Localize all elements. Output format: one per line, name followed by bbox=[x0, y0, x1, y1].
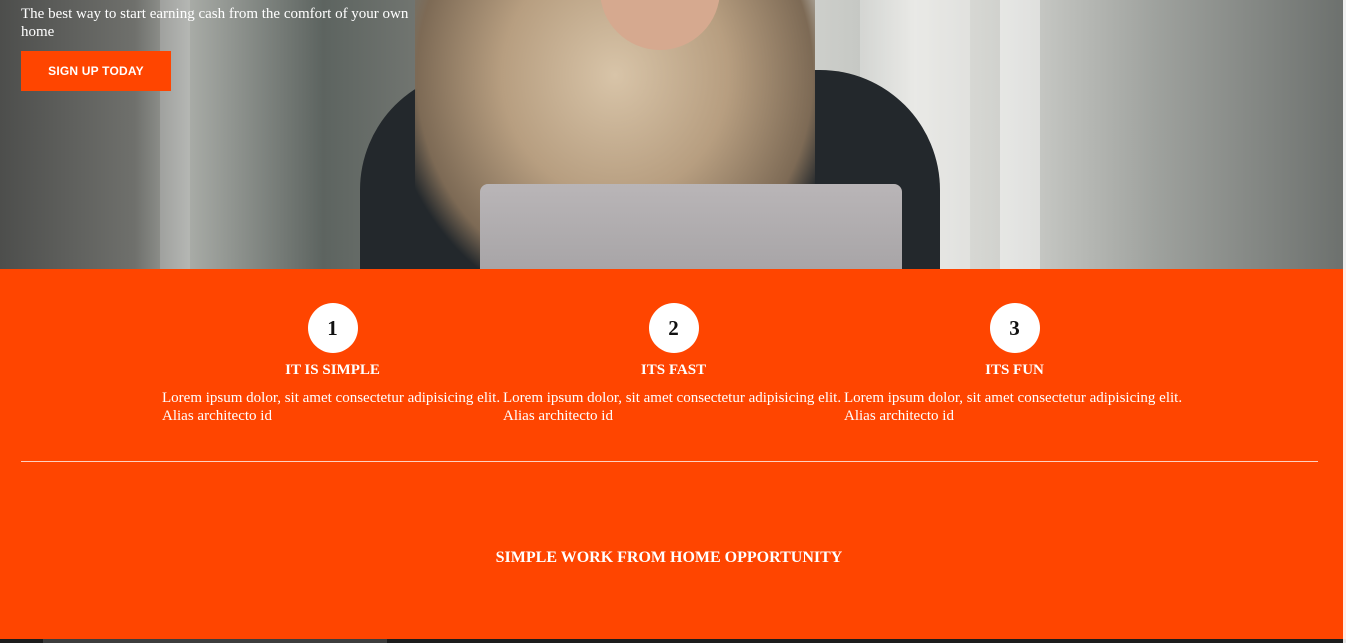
scrollbar-thumb[interactable] bbox=[43, 639, 387, 643]
feature-item: 3 ITS FUN Lorem ipsum dolor, sit amet co… bbox=[844, 303, 1185, 433]
features-section: 1 IT IS SIMPLE Lorem ipsum dolor, sit am… bbox=[162, 303, 1186, 433]
horizontal-scrollbar[interactable] bbox=[0, 639, 1346, 643]
feature-title: IT IS SIMPLE bbox=[285, 362, 380, 378]
feature-description: Lorem ipsum dolor, sit amet consectetur … bbox=[503, 390, 842, 424]
hero-section: The best way to start earning cash from … bbox=[0, 0, 1346, 269]
hero-photo-laptop bbox=[480, 184, 902, 269]
feature-title: ITS FUN bbox=[985, 362, 1044, 378]
step-number-badge: 2 bbox=[648, 303, 699, 353]
step-number-badge: 1 bbox=[307, 303, 358, 353]
feature-description: Lorem ipsum dolor, sit amet consectetur … bbox=[844, 390, 1183, 424]
feature-description: Lorem ipsum dolor, sit amet consectetur … bbox=[162, 390, 501, 424]
feature-item: 1 IT IS SIMPLE Lorem ipsum dolor, sit am… bbox=[162, 303, 503, 433]
step-number-badge: 3 bbox=[989, 303, 1040, 353]
hero-background-detail bbox=[1000, 0, 1040, 269]
sign-up-button[interactable]: SIGN UP TODAY bbox=[21, 51, 171, 91]
feature-item: 2 ITS FAST Lorem ipsum dolor, sit amet c… bbox=[503, 303, 844, 433]
hero-tagline: The best way to start earning cash from … bbox=[21, 6, 409, 40]
section-divider bbox=[21, 461, 1318, 462]
cta-heading: SIMPLE WORK FROM HOME OPPORTUNITY bbox=[495, 549, 843, 566]
feature-title: ITS FAST bbox=[640, 362, 707, 378]
